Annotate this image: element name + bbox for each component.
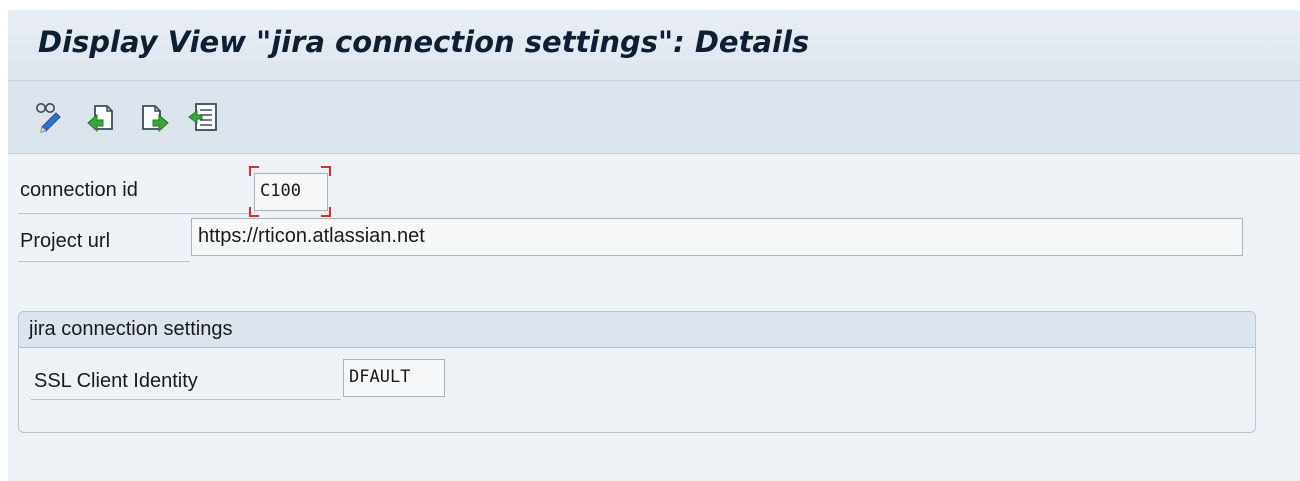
title-bar: Display View "jira connection settings":… [8, 10, 1300, 81]
group-title: jira connection settings [29, 318, 233, 340]
page-title: Display View "jira connection settings":… [38, 25, 810, 59]
group-header: jira connection settings [19, 312, 1255, 348]
sap-window: Display View "jira connection settings":… [8, 10, 1300, 481]
ssl-client-identity-divider [31, 399, 341, 400]
connection-id-divider [18, 213, 250, 214]
focus-corner-top-left [249, 166, 259, 176]
ssl-client-identity-field[interactable]: DFAULT [343, 359, 445, 397]
ssl-client-identity-label: SSL Client Identity [34, 370, 198, 392]
project-url-field[interactable]: https://rticon.atlassian.net [191, 218, 1243, 256]
project-url-divider [18, 261, 190, 262]
jira-connection-settings-group: jira connection settings SSL Client Iden… [18, 311, 1256, 433]
project-url-label: Project url [20, 230, 111, 252]
connection-id-field[interactable]: C100 [254, 173, 328, 211]
application-toolbar [8, 81, 1300, 154]
connection-id-label: connection id [20, 179, 138, 201]
variable-list-icon[interactable] [188, 101, 218, 133]
display-change-icon[interactable] [34, 101, 64, 133]
previous-entry-icon[interactable] [86, 101, 116, 133]
next-entry-icon[interactable] [138, 101, 169, 133]
focus-corner-bottom-left [249, 207, 259, 217]
focus-corner-top-right [321, 166, 331, 176]
focus-corner-bottom-right [321, 207, 331, 217]
